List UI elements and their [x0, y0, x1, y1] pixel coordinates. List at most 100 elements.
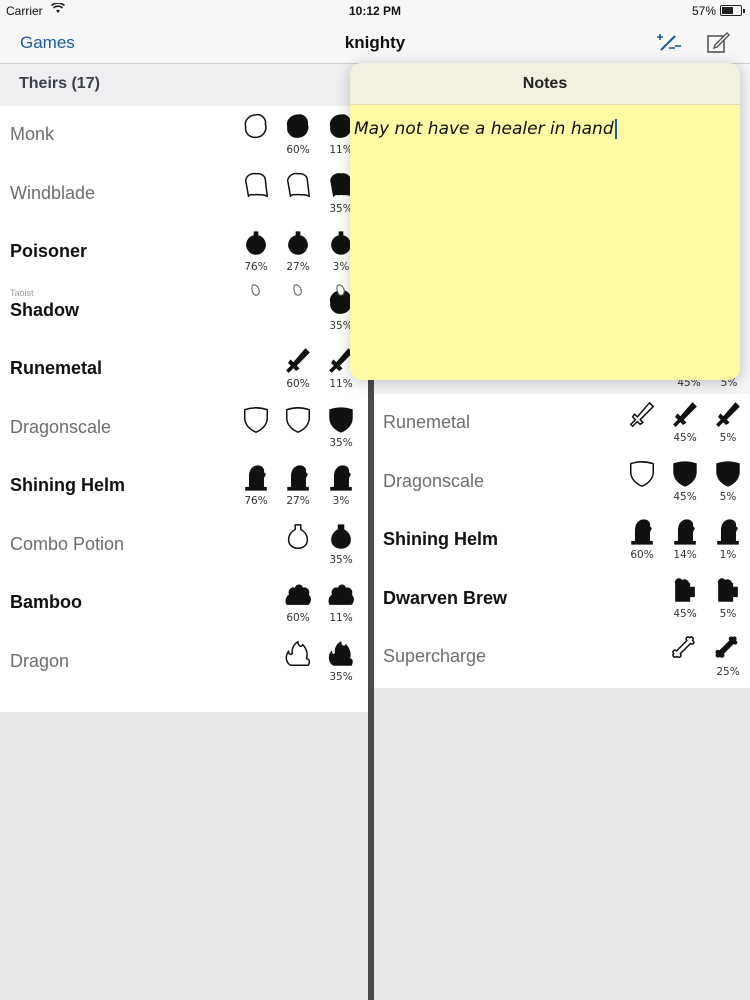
card-name: Runemetal — [383, 412, 471, 432]
potion-icon — [278, 522, 318, 552]
helm-icon — [278, 463, 318, 493]
list-item[interactable]: Combo Potion 35% — [0, 516, 368, 574]
flame-icon — [278, 639, 318, 669]
card-name: Poisoner — [10, 241, 88, 261]
compose-icon[interactable] — [704, 28, 732, 56]
probability-percent: 27% — [286, 495, 310, 507]
probability-cell — [236, 522, 276, 566]
list-item[interactable]: Supercharge 25% — [374, 628, 750, 686]
sword-icon — [278, 346, 318, 376]
status-bar: Carrier 10:12 PM 57% — [0, 0, 750, 22]
probability-percent — [236, 203, 276, 215]
probability-cell: 60% — [278, 346, 318, 390]
navigation-bar: Games knighty — [0, 22, 750, 64]
battery-percent: 57% — [691, 4, 716, 18]
probability-percent: 11% — [329, 612, 353, 624]
list-item[interactable]: Dwarven Brew 45% 5% — [374, 570, 750, 628]
probability-percent — [622, 608, 662, 620]
bomb-icon — [278, 229, 318, 259]
list-item[interactable]: Runemetal 60% 11% — [0, 340, 368, 398]
notes-text: May not have a healer in hand — [354, 119, 614, 139]
list-item[interactable]: Dragonscale 45% 5% — [374, 453, 750, 511]
probability-percent: 27% — [286, 261, 310, 273]
notes-textarea[interactable]: May not have a healer in hand — [350, 105, 740, 153]
empty-icon — [622, 634, 662, 664]
probability-cell — [236, 405, 276, 449]
blob-icon — [236, 112, 276, 142]
list-item[interactable]: Poisoner 76% 27% 3% — [0, 223, 368, 281]
bush-icon — [278, 580, 318, 610]
probability-percent — [665, 666, 705, 678]
list-item[interactable]: Dragonscale 35% — [0, 399, 368, 457]
probability-percent: 76% — [244, 495, 268, 507]
probability-percent: 60% — [286, 612, 310, 624]
probability-cell: 45% — [665, 576, 705, 620]
empty-icon — [622, 576, 662, 606]
bomb-icon — [236, 229, 276, 259]
probability-percent — [236, 554, 276, 566]
probability-cell: 14% — [665, 517, 705, 561]
sword-icon — [708, 400, 748, 430]
probability-cell — [236, 639, 276, 683]
bone-icon — [708, 634, 748, 664]
card-name: Windblade — [10, 182, 96, 203]
card-name: Dragon — [10, 650, 70, 671]
probability-cell: 60% — [278, 112, 318, 156]
wand-icon[interactable] — [655, 28, 683, 56]
probability-percent — [236, 437, 276, 449]
card-name: Shining Helm — [10, 475, 126, 495]
shield-icon — [321, 405, 361, 435]
probability-percent: 60% — [630, 549, 654, 561]
text-cursor — [614, 119, 617, 139]
flame-icon — [321, 639, 361, 669]
list-item[interactable]: Monk 60% 11% — [0, 106, 368, 164]
probability-cell: 27% — [278, 229, 318, 273]
shield-icon — [622, 459, 662, 489]
list-item[interactable]: Windblade 35% — [0, 165, 368, 223]
list-item[interactable]: Shining Helm 60% 14% 1% — [374, 511, 750, 569]
cloak-icon — [278, 171, 318, 201]
clock: 10:12 PM — [348, 4, 402, 18]
probability-cell: 60% — [622, 517, 662, 561]
notes-title: Notes — [350, 63, 740, 105]
bone-icon — [665, 634, 705, 664]
card-name: Combo Potion — [10, 533, 125, 554]
list-item[interactable]: Runemetal 45% 5% — [374, 394, 750, 452]
probability-cell: 35% — [321, 405, 361, 449]
probability-percent: 3% — [332, 495, 350, 507]
probability-cell — [622, 459, 662, 503]
card-name: Dragonscale — [10, 416, 112, 437]
empty-icon — [236, 522, 276, 552]
probability-percent: 60% — [286, 378, 310, 390]
shield-icon — [708, 459, 748, 489]
probability-cell: 5% — [708, 459, 748, 503]
probability-percent — [278, 554, 318, 566]
probability-cell: 5% — [708, 400, 748, 444]
cloak-icon — [236, 171, 276, 201]
probability-percent: 45% — [673, 607, 697, 620]
card-name: Shadow — [10, 299, 80, 320]
helm-icon — [622, 517, 662, 547]
card-name: Bamboo — [10, 592, 82, 612]
probability-percent: 35% — [329, 436, 353, 449]
probability-percent: 5% — [719, 607, 737, 620]
bush-icon — [321, 580, 361, 610]
list-item[interactable]: Shining Helm 76% 27% 3% — [0, 457, 368, 515]
probability-cell — [236, 171, 276, 215]
list-item[interactable]: Bamboo 60% 11% — [0, 574, 368, 632]
probability-cell — [278, 639, 318, 683]
list-item[interactable]: Dragon 35% — [0, 633, 368, 691]
battery-icon — [720, 5, 745, 16]
probability-cell — [665, 634, 705, 678]
shield-icon — [236, 405, 276, 435]
card-name: Shining Helm — [383, 529, 499, 549]
probability-percent: 35% — [329, 553, 353, 566]
probability-percent: 5% — [719, 490, 737, 503]
probability-percent — [236, 612, 276, 624]
probability-percent — [622, 432, 662, 444]
probability-percent — [278, 671, 318, 683]
probability-cell — [236, 346, 276, 390]
probability-cell: 5% — [708, 576, 748, 620]
sword-icon — [622, 400, 662, 430]
probability-percent — [236, 378, 276, 390]
